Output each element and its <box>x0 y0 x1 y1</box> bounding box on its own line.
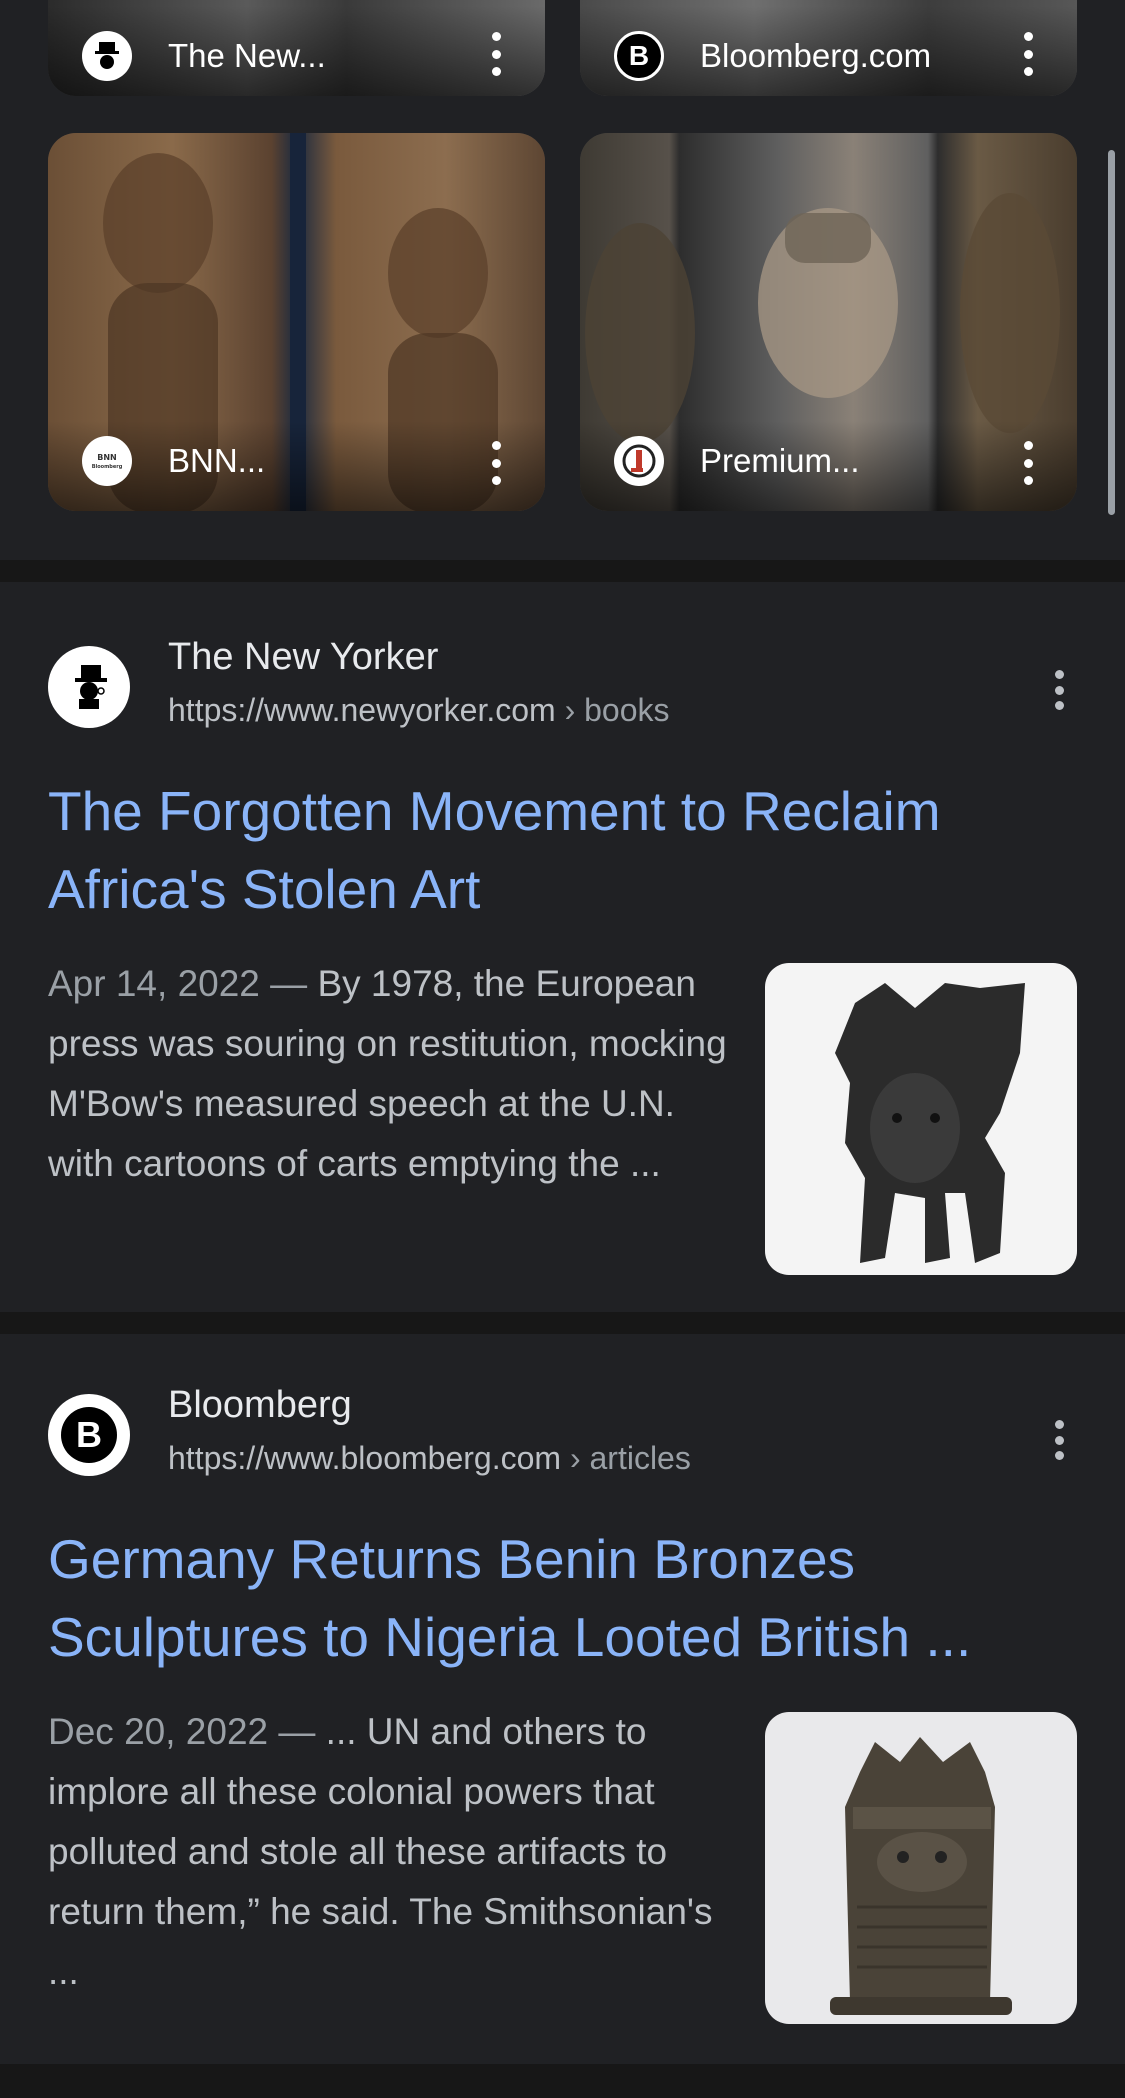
url-text: https://www.bloomberg.com <box>168 1440 562 1476</box>
bronze-head-image <box>830 1737 1012 2015</box>
bronze-figure-image <box>835 983 1025 1263</box>
snippet-text: ... UN and others to implore all these c… <box>48 1711 713 1992</box>
premium-times-favicon-icon <box>614 436 664 486</box>
url-breadcrumb: › articles <box>561 1440 691 1476</box>
section-divider <box>0 1312 1125 1334</box>
site-url[interactable]: https://www.newyorker.com › books <box>168 692 670 729</box>
more-options-icon[interactable] <box>1053 1420 1065 1460</box>
bnn-favicon-icon: BNN Bloomberg <box>82 436 132 486</box>
site-url[interactable]: https://www.bloomberg.com › articles <box>168 1440 691 1477</box>
svg-text:BNN: BNN <box>97 453 117 462</box>
more-options-icon[interactable] <box>490 441 502 485</box>
newyorker-favicon-icon[interactable] <box>48 646 130 728</box>
url-breadcrumb: › books <box>555 692 670 728</box>
more-options-icon[interactable] <box>1022 441 1034 485</box>
result-title-link[interactable]: Germany Returns Benin Bronzes Sculptures… <box>48 1520 1088 1676</box>
image-result-card[interactable]: Premium... <box>580 133 1077 511</box>
section-divider <box>0 560 1125 582</box>
result-thumbnail[interactable] <box>765 1712 1077 2024</box>
search-result: The New Yorker https://www.newyorker.com… <box>0 582 1125 1312</box>
url-text: https://www.newyorker.com <box>168 692 556 728</box>
bloomberg-favicon-icon[interactable]: B <box>48 1394 130 1476</box>
result-snippet: Apr 14, 2022 — By 1978, the European pre… <box>48 963 727 1184</box>
bloomberg-favicon-icon: B <box>614 31 664 81</box>
image-source-label: The New... <box>168 37 326 74</box>
site-name[interactable]: The New Yorker <box>168 636 438 679</box>
result-snippet: Dec 20, 2022 — ... UN and others to impl… <box>48 1711 713 1992</box>
site-name[interactable]: Bloomberg <box>168 1384 352 1427</box>
image-source-label: BNN... <box>168 442 266 479</box>
image-result-card[interactable]: B Bloomberg.com <box>580 0 1077 96</box>
result-date: Apr 14, 2022 <box>48 963 260 1004</box>
image-result-card[interactable]: The New... <box>48 0 545 96</box>
result-thumbnail[interactable] <box>765 963 1077 1275</box>
section-divider <box>0 2064 1125 2098</box>
result-date: Dec 20, 2022 <box>48 1711 269 1752</box>
newyorker-favicon-icon <box>82 31 132 81</box>
scrollbar[interactable] <box>1108 150 1115 515</box>
more-options-icon[interactable] <box>1022 32 1034 76</box>
image-source-label: Premium... <box>700 442 860 479</box>
more-options-icon[interactable] <box>490 32 502 76</box>
image-result-card[interactable]: BNN Bloomberg BNN... <box>48 133 545 511</box>
result-title-link[interactable]: The Forgotten Movement to Reclaim Africa… <box>48 772 1088 928</box>
image-source-label: Bloomberg.com <box>700 37 932 74</box>
bloomberg-logo: B <box>61 1407 117 1463</box>
more-options-icon[interactable] <box>1053 670 1065 710</box>
search-result: B Bloomberg https://www.bloomberg.com › … <box>0 1334 1125 2064</box>
svg-text:Bloomberg: Bloomberg <box>92 464 123 470</box>
